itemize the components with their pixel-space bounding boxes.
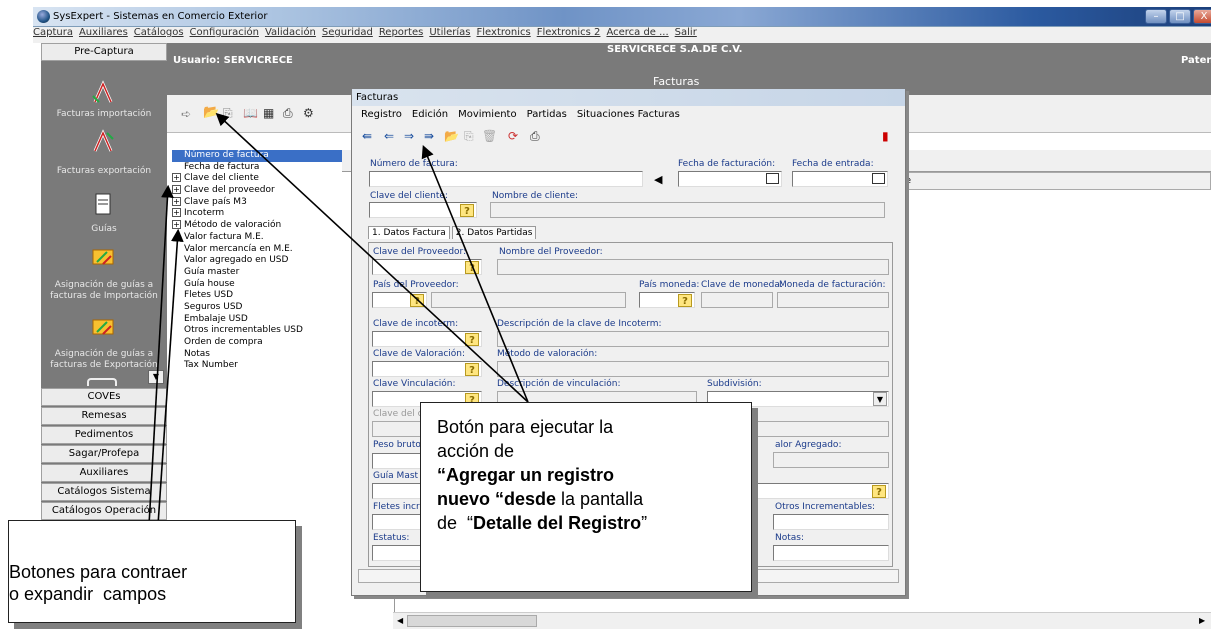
arrow-to-dialog-add: [421, 145, 529, 403]
callout-add-text-4-bold: nuevo “desde: [437, 489, 557, 509]
callout-add-text-3: “Agregar un registro: [437, 465, 615, 485]
arrow-to-expand-1: [148, 184, 174, 526]
callout-expand-text-1: Botones para contraer: [9, 562, 188, 582]
callout-add-text-5-bold: Detalle del Registro: [473, 513, 642, 533]
callout-add-text-5-post: ”: [641, 513, 648, 533]
callout-add-text-1: Botón para ejecutar la: [437, 417, 614, 437]
arrow-to-expand-2: [157, 228, 184, 526]
callout-expand-buttons: Botones para contraer o expandir campos: [8, 520, 296, 623]
callout-add-record: Botón para ejecutar la acción de “Agrega…: [420, 402, 752, 592]
arrow-to-toolbar-add: [215, 112, 529, 403]
callout-add-text-4: la pantalla: [556, 489, 644, 509]
callout-add-text-5-pre: de “: [437, 513, 474, 533]
callout-add-text-2: acción de: [437, 441, 515, 461]
callout-expand-text-2: o expandir campos: [9, 584, 167, 604]
